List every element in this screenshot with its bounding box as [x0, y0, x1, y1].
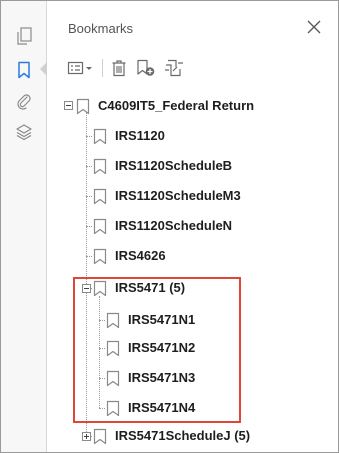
bookmark-item[interactable]: IRS4626	[93, 243, 166, 269]
bookmark-icon	[93, 248, 107, 264]
options-menu-icon[interactable]	[66, 56, 96, 80]
bookmark-icon	[93, 158, 107, 174]
panel-title: Bookmarks	[68, 21, 134, 36]
delete-icon[interactable]	[109, 56, 129, 80]
close-icon[interactable]	[304, 17, 324, 37]
bookmark-icon	[93, 128, 107, 144]
tree-connector	[86, 136, 92, 137]
tree-connector	[86, 256, 92, 257]
bookmark-icon	[93, 218, 107, 234]
tree-connector	[86, 196, 92, 197]
bookmark-label: IRS1120ScheduleM3	[115, 188, 241, 203]
bookmark-label: IRS4626	[115, 248, 166, 263]
highlight-box	[73, 277, 241, 423]
bookmark-item[interactable]: IRS5471ScheduleJ (5)	[93, 423, 250, 449]
attachment-icon[interactable]	[13, 91, 35, 113]
tree-connector	[86, 166, 92, 167]
toolbar-divider	[102, 59, 103, 77]
pages-icon[interactable]	[13, 25, 35, 47]
bookmark-item[interactable]: IRS1120ScheduleM3	[93, 183, 241, 209]
bookmark-label: IRS1120ScheduleN	[115, 218, 233, 233]
expand-toggle-irs5471-schedulej[interactable]	[82, 432, 91, 441]
collapse-toggle-root[interactable]	[64, 101, 73, 110]
tree-connector	[86, 226, 92, 227]
bookmark-icon	[93, 188, 107, 204]
bookmark-item[interactable]: IRS1120	[93, 123, 165, 149]
bookmark-icon[interactable]	[13, 59, 35, 81]
bookmark-root[interactable]: C4609IT5_Federal Return	[76, 93, 254, 119]
layers-icon[interactable]	[13, 121, 35, 143]
bookmarks-toolbar	[66, 55, 191, 81]
bookmark-label: C4609IT5_Federal Return	[98, 98, 255, 113]
bookmark-label: IRS5471ScheduleJ (5)	[115, 428, 251, 443]
expand-bookmark-icon[interactable]	[163, 56, 185, 80]
bookmark-icon	[76, 98, 90, 114]
new-bookmark-icon[interactable]	[135, 56, 157, 80]
bookmark-item[interactable]: IRS1120ScheduleB	[93, 153, 232, 179]
bookmark-item[interactable]: IRS1120ScheduleN	[93, 213, 232, 239]
bookmark-icon	[93, 428, 107, 444]
bookmark-label: IRS1120	[115, 128, 165, 143]
selected-indicator	[40, 62, 47, 76]
bookmark-label: IRS1120ScheduleB	[115, 158, 233, 173]
